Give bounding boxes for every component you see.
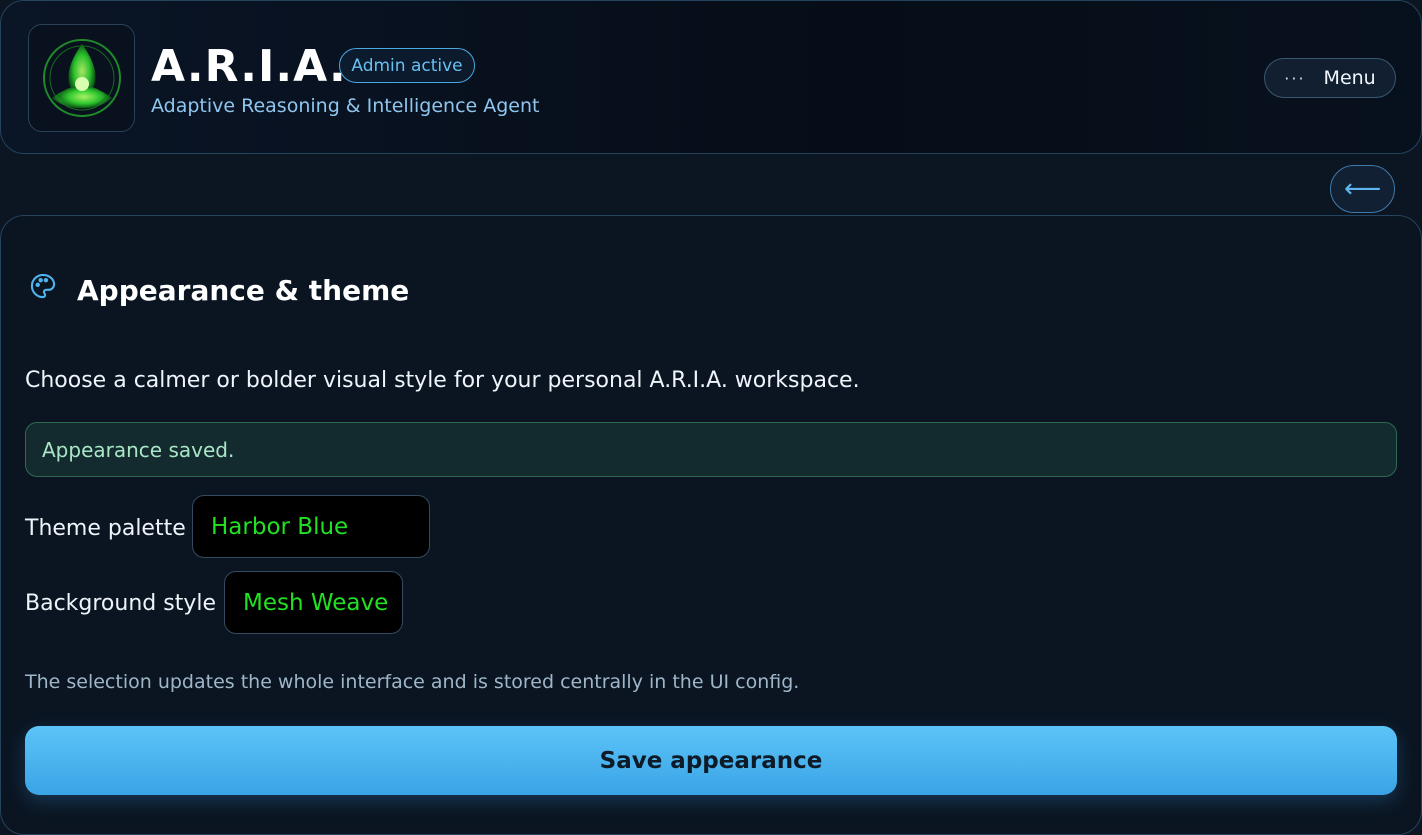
- status-banner: Appearance saved.: [25, 422, 1397, 477]
- background-style-value: Mesh Weave: [243, 589, 389, 616]
- arrow-left-icon: ⟵: [1343, 174, 1382, 204]
- aria-logo-icon: [28, 24, 135, 132]
- palette-icon: [29, 272, 57, 300]
- menu-label: Menu: [1323, 67, 1376, 89]
- theme-palette-select[interactable]: Harbor Blue: [192, 495, 430, 558]
- app-header: A.R.I.A. Admin active Adaptive Reasoning…: [0, 0, 1422, 154]
- theme-palette-label: Theme palette: [25, 516, 186, 541]
- help-text: The selection updates the whole interfac…: [25, 671, 800, 693]
- save-appearance-button[interactable]: Save appearance: [25, 726, 1397, 795]
- more-dots-icon: ···: [1284, 68, 1306, 88]
- status-message: Appearance saved.: [42, 437, 235, 462]
- background-style-select[interactable]: Mesh Weave: [224, 571, 403, 634]
- app-subtitle: Adaptive Reasoning & Intelligence Agent: [151, 95, 540, 117]
- theme-palette-value: Harbor Blue: [211, 513, 349, 540]
- background-style-label: Background style: [25, 591, 216, 616]
- back-button[interactable]: ⟵: [1330, 165, 1395, 213]
- admin-status-badge: Admin active: [339, 48, 475, 83]
- section-description: Choose a calmer or bolder visual style f…: [25, 368, 860, 393]
- section-title: Appearance & theme: [77, 274, 410, 307]
- app-title: A.R.I.A.: [151, 41, 347, 92]
- menu-button[interactable]: ··· Menu: [1264, 58, 1396, 98]
